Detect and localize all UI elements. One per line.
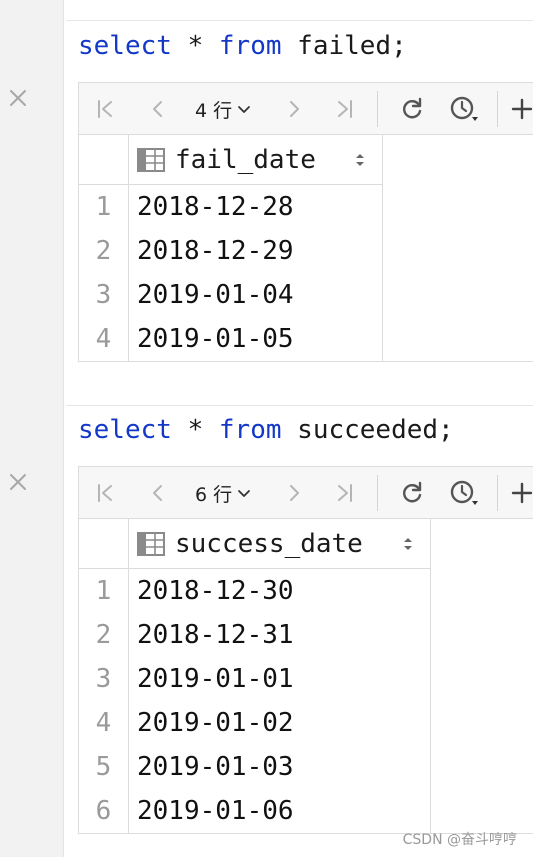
table-icon bbox=[137, 531, 165, 556]
prev-page-icon bbox=[153, 485, 162, 501]
sql-statement[interactable]: select * from succeeded; bbox=[78, 414, 454, 446]
history-button[interactable] bbox=[445, 83, 483, 135]
history-icon bbox=[450, 96, 478, 121]
history-button[interactable] bbox=[445, 467, 483, 519]
row-number-column: 1 2 3 4 5 6 bbox=[79, 569, 129, 833]
table-cell[interactable]: 2019-01-06 bbox=[129, 789, 430, 833]
row-number: 2 bbox=[95, 620, 112, 650]
table-cell[interactable]: 2018-12-29 bbox=[129, 229, 382, 273]
sort-icon bbox=[404, 538, 412, 550]
first-page-button[interactable] bbox=[91, 83, 121, 135]
table-cell[interactable]: 2019-01-04 bbox=[129, 273, 382, 317]
history-icon bbox=[450, 480, 478, 505]
sql-statement[interactable]: select * from failed; bbox=[78, 30, 407, 62]
editor-gutter bbox=[0, 0, 64, 857]
last-page-icon bbox=[338, 100, 352, 118]
data-column: 2018-12-28 2018-12-29 2019-01-04 2019-01… bbox=[129, 185, 383, 361]
column-header[interactable]: success_date bbox=[129, 519, 431, 569]
divider bbox=[66, 405, 533, 406]
table-icon bbox=[137, 147, 165, 172]
result-toolbar: 6 行 bbox=[79, 467, 533, 519]
refresh-icon bbox=[403, 97, 422, 119]
last-page-button[interactable] bbox=[329, 467, 359, 519]
prev-page-button[interactable] bbox=[143, 83, 173, 135]
close-result-icon[interactable] bbox=[4, 84, 32, 112]
row-count-dropdown[interactable]: 4 行 bbox=[195, 83, 252, 135]
sql-text: * bbox=[171, 415, 219, 445]
add-row-button[interactable] bbox=[511, 83, 533, 135]
row-number: 3 bbox=[95, 280, 112, 310]
column-header[interactable]: fail_date bbox=[129, 135, 383, 185]
close-result-icon[interactable] bbox=[4, 468, 32, 496]
add-row-icon bbox=[511, 482, 533, 504]
toolbar-divider bbox=[497, 475, 498, 511]
row-number-header bbox=[79, 519, 129, 569]
first-page-button[interactable] bbox=[91, 467, 121, 519]
query-block: select * from failed; 4 行 fail_date 1 2 … bbox=[66, 20, 533, 365]
row-count-dropdown[interactable]: 6 行 bbox=[195, 467, 252, 519]
add-row-icon bbox=[511, 98, 533, 120]
toolbar-divider bbox=[497, 91, 498, 127]
last-page-icon bbox=[338, 484, 352, 502]
table-cell[interactable]: 2019-01-01 bbox=[129, 657, 430, 701]
row-number: 1 bbox=[95, 576, 112, 606]
result-toolbar: 4 行 bbox=[79, 83, 533, 135]
toolbar-divider bbox=[377, 91, 378, 127]
row-number: 5 bbox=[95, 752, 112, 782]
next-page-button[interactable] bbox=[279, 83, 309, 135]
table-cell[interactable]: 2018-12-28 bbox=[129, 185, 382, 229]
result-grid: fail_date 1 2 3 4 2018-12-28 2018-12-29 … bbox=[79, 135, 533, 361]
next-page-button[interactable] bbox=[279, 467, 309, 519]
table-cell[interactable]: 2018-12-30 bbox=[129, 569, 430, 613]
row-number-column: 1 2 3 4 bbox=[79, 185, 129, 361]
last-page-button[interactable] bbox=[329, 83, 359, 135]
sql-keyword: from bbox=[218, 31, 282, 61]
refresh-icon bbox=[403, 481, 422, 503]
row-number: 2 bbox=[95, 236, 112, 266]
refresh-button[interactable] bbox=[395, 467, 429, 519]
result-grid: success_date 1 2 3 4 5 6 2018-12-30 2018… bbox=[79, 519, 533, 833]
first-page-icon bbox=[98, 484, 112, 502]
data-column: 2018-12-30 2018-12-31 2019-01-01 2019-01… bbox=[129, 569, 431, 833]
table-cell[interactable]: 2019-01-03 bbox=[129, 745, 430, 789]
refresh-button[interactable] bbox=[395, 83, 429, 135]
prev-page-icon bbox=[153, 101, 162, 117]
table-cell[interactable]: 2019-01-05 bbox=[129, 317, 382, 361]
sort-icon bbox=[356, 154, 364, 166]
row-number: 1 bbox=[95, 192, 112, 222]
add-row-button[interactable] bbox=[511, 467, 533, 519]
sql-text: succeeded; bbox=[281, 415, 454, 445]
sql-text: * bbox=[171, 31, 219, 61]
row-number-header bbox=[79, 135, 129, 185]
chevron-down-icon bbox=[238, 106, 251, 113]
sql-text: failed; bbox=[281, 31, 407, 61]
row-count-label: 4 行 bbox=[195, 99, 233, 122]
prev-page-button[interactable] bbox=[143, 467, 173, 519]
query-block: select * from succeeded; 6 行 success_dat… bbox=[66, 405, 533, 835]
sql-keyword: select bbox=[78, 31, 172, 61]
row-number: 4 bbox=[95, 324, 112, 354]
watermark: CSDN @奋斗哼哼 bbox=[402, 832, 517, 848]
table-cell[interactable]: 2018-12-31 bbox=[129, 613, 430, 657]
row-number: 4 bbox=[95, 708, 112, 738]
row-number: 6 bbox=[95, 796, 112, 826]
divider bbox=[66, 20, 533, 21]
toolbar-divider bbox=[377, 475, 378, 511]
result-panel: 4 行 fail_date 1 2 3 4 2018-12-28 2018-12… bbox=[78, 82, 533, 362]
next-page-icon bbox=[290, 101, 299, 117]
column-name: success_date bbox=[175, 528, 363, 559]
result-panel: 6 行 success_date 1 2 3 4 5 6 2018-12-30 … bbox=[78, 466, 533, 834]
next-page-icon bbox=[290, 485, 299, 501]
table-cell[interactable]: 2019-01-02 bbox=[129, 701, 430, 745]
row-count-label: 6 行 bbox=[195, 483, 233, 506]
sql-keyword: from bbox=[218, 415, 282, 445]
row-number: 3 bbox=[95, 664, 112, 694]
first-page-icon bbox=[98, 100, 112, 118]
chevron-down-icon bbox=[238, 490, 251, 497]
column-name: fail_date bbox=[175, 144, 316, 175]
sql-keyword: select bbox=[78, 415, 172, 445]
